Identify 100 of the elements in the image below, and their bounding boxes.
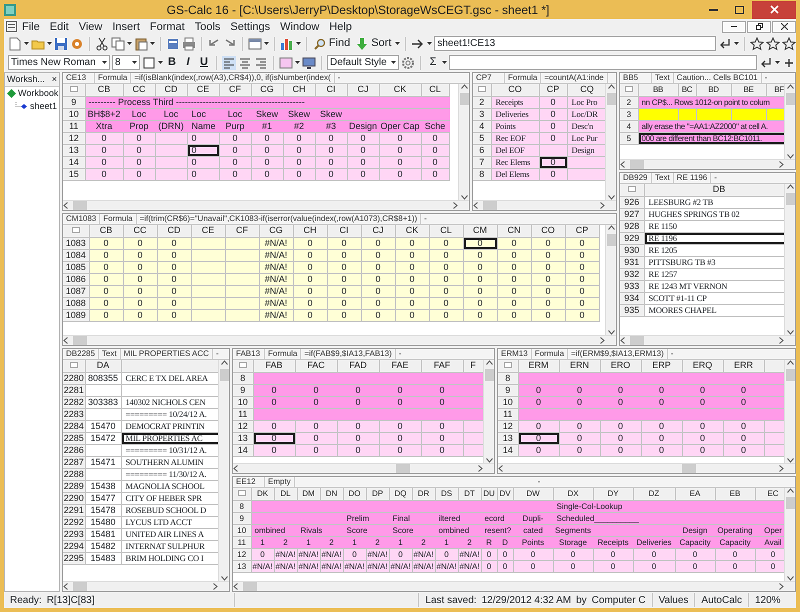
- row-header[interactable]: 2: [473, 96, 491, 108]
- row-header[interactable]: 15: [63, 168, 85, 180]
- row-header[interactable]: 14: [498, 444, 518, 456]
- select-all-icon[interactable]: [478, 86, 486, 92]
- menu-item[interactable]: Window: [275, 20, 324, 34]
- row-header[interactable]: 1088: [63, 297, 89, 309]
- enter-icon[interactable]: [718, 36, 732, 50]
- column-header[interactable]: CF: [219, 84, 251, 96]
- row-header[interactable]: 2283: [63, 408, 85, 420]
- tree-item[interactable]: sheet1: [30, 100, 58, 114]
- row-header[interactable]: 12: [233, 548, 251, 560]
- column-header[interactable]: DV: [497, 488, 513, 500]
- column-header[interactable]: DB: [644, 184, 784, 196]
- column-header[interactable]: CG: [259, 225, 293, 237]
- row-header[interactable]: 11: [63, 120, 85, 132]
- scroll-left-icon[interactable]: [620, 161, 626, 168]
- row-header[interactable]: 2295: [63, 552, 85, 564]
- row-header[interactable]: 4: [473, 120, 491, 132]
- table-cell[interactable]: ally erase the "=AA1:AZ2000" at cell A.: [638, 120, 784, 132]
- table-cell[interactable]: 140302 NICHOLS CEN: [121, 396, 218, 408]
- select-all-icon[interactable]: [628, 186, 636, 192]
- style-dropdown[interactable]: Default Style: [327, 55, 399, 70]
- scroll-up-icon[interactable]: [786, 184, 794, 189]
- row-header[interactable]: 9: [233, 512, 251, 524]
- column-header[interactable]: DK: [251, 488, 274, 500]
- row-header[interactable]: 9: [63, 96, 85, 108]
- font-size-dropdown[interactable]: 8: [112, 55, 140, 70]
- row-header[interactable]: 1084: [63, 249, 89, 261]
- scroll-thumb[interactable]: [786, 497, 794, 509]
- column-header[interactable]: CJ: [347, 84, 379, 96]
- column-header[interactable]: CD: [157, 225, 191, 237]
- column-header[interactable]: DX: [553, 488, 593, 500]
- select-all-icon[interactable]: [70, 362, 78, 368]
- star-icon[interactable]: [750, 36, 764, 50]
- scroll-thumb[interactable]: [630, 160, 644, 169]
- scroll-up-icon[interactable]: [608, 225, 614, 230]
- paste-icon[interactable]: [134, 36, 148, 50]
- vertical-scrollbar[interactable]: [784, 184, 795, 335]
- table-cell[interactable]: UNITED AIR LINES A: [121, 528, 218, 540]
- caret-icon[interactable]: [24, 42, 29, 45]
- column-header[interactable]: ERM: [518, 360, 559, 372]
- row-header[interactable]: 12: [233, 420, 253, 432]
- scroll-thumb[interactable]: [73, 582, 87, 591]
- row-header[interactable]: 14: [233, 444, 253, 456]
- row-header[interactable]: 1087: [63, 285, 89, 297]
- vertical-scrollbar[interactable]: [605, 225, 616, 335]
- table-cell[interactable]: [121, 384, 218, 396]
- caret-icon[interactable]: [775, 61, 780, 64]
- scroll-left-icon[interactable]: [620, 337, 626, 344]
- vertical-scrollbar[interactable]: [784, 488, 795, 581]
- table-cell[interactable]: ========= 10/24/12 A.: [121, 408, 218, 420]
- scroll-thumb[interactable]: [243, 582, 257, 591]
- right-arrow-icon[interactable]: [411, 36, 426, 50]
- menu-item[interactable]: Edit: [44, 20, 74, 34]
- column-header[interactable]: CC: [123, 84, 155, 96]
- horizontal-scrollbar[interactable]: [63, 581, 229, 591]
- minimize-button[interactable]: [722, 20, 746, 32]
- table-cell[interactable]: LYCUS LTD ACCT: [121, 516, 218, 528]
- column-header[interactable]: FAF: [421, 360, 463, 372]
- align-left-icon[interactable]: [222, 56, 236, 70]
- sort-button[interactable]: Sort: [354, 36, 394, 52]
- row-header[interactable]: 13: [233, 432, 253, 444]
- new-file-icon[interactable]: [8, 36, 22, 50]
- scroll-right-icon[interactable]: [477, 465, 483, 472]
- row-header[interactable]: 6: [473, 144, 491, 156]
- scroll-right-icon[interactable]: [452, 202, 458, 209]
- menu-item[interactable]: File: [17, 20, 45, 34]
- print-preview-icon[interactable]: [166, 36, 180, 50]
- column-header[interactable]: BF: [766, 84, 784, 96]
- caret-icon[interactable]: [395, 42, 400, 45]
- column-header[interactable]: DS: [435, 488, 458, 500]
- table-cell[interactable]: MOORES CHAPEL: [644, 304, 784, 316]
- column-header[interactable]: EC: [755, 488, 784, 500]
- bold-button[interactable]: B: [165, 54, 179, 71]
- row-header[interactable]: 930: [620, 244, 644, 256]
- row-header[interactable]: 2280: [63, 372, 85, 384]
- menu-item[interactable]: Insert: [107, 20, 145, 34]
- column-header[interactable]: CF: [225, 225, 259, 237]
- row-header[interactable]: 11: [233, 408, 253, 420]
- table-cell[interactable]: Score: [389, 524, 435, 536]
- fill-color-icon[interactable]: [279, 56, 293, 70]
- column-header[interactable]: CH: [283, 84, 315, 96]
- table-cell[interactable]: Prelim: [343, 512, 389, 524]
- column-header[interactable]: ERP: [641, 360, 682, 372]
- row-header[interactable]: 1089: [63, 309, 89, 321]
- row-header[interactable]: 2287: [63, 456, 85, 468]
- scroll-thumb[interactable]: [460, 93, 468, 105]
- menu-item[interactable]: Format: [144, 20, 190, 34]
- scroll-thumb[interactable]: [484, 369, 494, 381]
- column-header[interactable]: CE: [187, 84, 219, 96]
- row-header[interactable]: 7: [473, 156, 491, 168]
- row-header[interactable]: 8: [473, 168, 491, 180]
- align-right-icon[interactable]: [254, 56, 268, 70]
- scroll-left-icon[interactable]: [63, 583, 69, 590]
- row-header[interactable]: 12: [498, 420, 518, 432]
- column-header[interactable]: CI: [315, 84, 347, 96]
- table-cell[interactable]: 000 are different than BC12:BC1011.: [638, 132, 784, 144]
- table-cell[interactable]: --------- Process Third -------------------------------------------: [85, 96, 449, 108]
- table-cell[interactable]: ========= 11/30/12 A.: [121, 468, 218, 480]
- table-cell[interactable]: BRIM HOLDING CO I: [121, 552, 218, 564]
